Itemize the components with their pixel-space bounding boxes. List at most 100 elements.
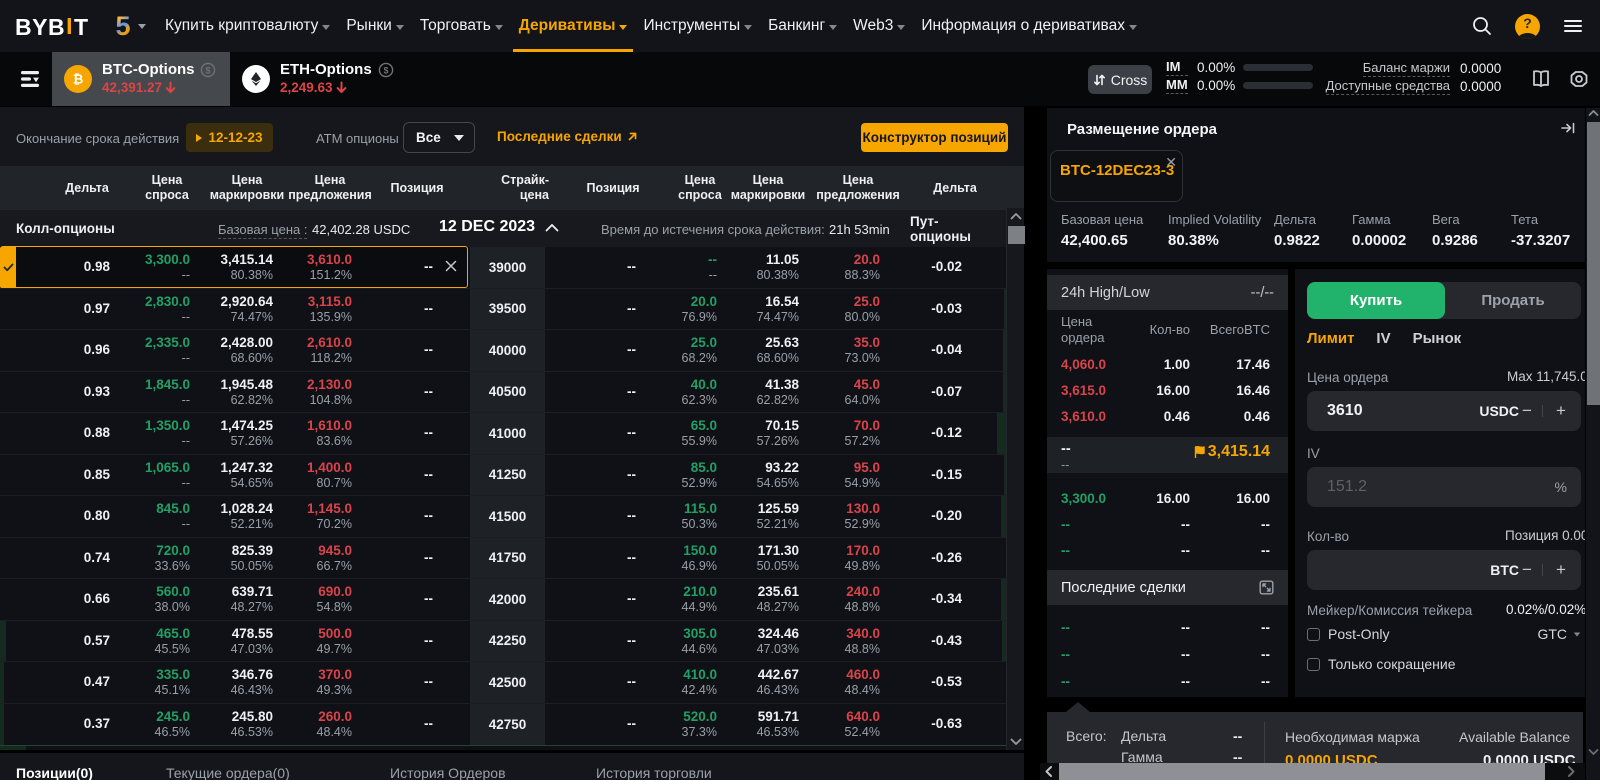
price-input[interactable]: 3610 USDC − + bbox=[1307, 391, 1581, 431]
vertical-scrollbar-thumb[interactable] bbox=[1587, 122, 1600, 405]
avatar[interactable]: ? bbox=[1515, 13, 1540, 39]
bid-row[interactable]: -- -- -- bbox=[1047, 512, 1288, 538]
nav-item-menu[interactable]: Рынки bbox=[346, 0, 404, 52]
order-type-tab[interactable]: IV bbox=[1376, 330, 1390, 347]
selected-contract-chip[interactable]: BTC-12DEC23-3 ✕ bbox=[1050, 150, 1183, 202]
option-row-42500[interactable]: 0.47 335.0 45.1% 346.76 46.43% 370.0 49.3% -- 42… bbox=[0, 662, 1006, 704]
recent-trades-link[interactable]: Последние сделки bbox=[497, 129, 639, 144]
scroll-right-icon[interactable] bbox=[1565, 765, 1577, 778]
expiry-group-toggle[interactable]: 12 DEC 2023 bbox=[439, 218, 559, 236]
mark-price-group[interactable]: 3,415.14 bbox=[1193, 443, 1270, 461]
collapse-panel-icon[interactable] bbox=[1560, 121, 1576, 135]
instrument-tab-eth[interactable]: ETH-Options $2,249.63 bbox=[230, 52, 460, 106]
quantity-plus-button[interactable]: + bbox=[1553, 559, 1569, 581]
quantity-minus-button[interactable]: − bbox=[1519, 559, 1535, 581]
im-label[interactable]: IM bbox=[1166, 59, 1188, 76]
cross-margin-button[interactable]: Cross bbox=[1088, 65, 1152, 94]
option-row-39500[interactable]: 0.97 2,830.0 -- 2,920.64 74.47% 3,115.0 135.9%… bbox=[0, 288, 1006, 330]
anniversary-5-badge[interactable]: 5 bbox=[110, 11, 136, 41]
option-row-39000[interactable]: 0.98 3,300.0 -- 3,415.14 80.38% 3,610.0 151.2%… bbox=[0, 246, 1006, 289]
chain-scrollbar-thumb[interactable] bbox=[1008, 226, 1025, 244]
margin-balance-label[interactable]: Баланс маржи bbox=[1362, 60, 1450, 77]
vertical-scrollbar[interactable] bbox=[1586, 108, 1600, 780]
strike-price[interactable]: 41250 bbox=[470, 454, 545, 495]
trade-row[interactable]: -- -- -- bbox=[1047, 615, 1288, 641]
ask-row[interactable]: 3,615.0 16.00 16.46 bbox=[1047, 378, 1288, 404]
strike-price[interactable]: 41000 bbox=[470, 413, 545, 454]
nav-item-active[interactable]: Деривативы bbox=[512, 0, 634, 52]
buy-button[interactable]: Купить bbox=[1307, 282, 1445, 319]
option-row-41000[interactable]: 0.88 1,350.0 -- 1,474.25 57.26% 1,610.0 83.6% -… bbox=[0, 413, 1006, 455]
option-row-40500[interactable]: 0.93 1,845.0 -- 1,945.48 62.82% 2,130.0 104.8%… bbox=[0, 371, 1006, 413]
menu-icon[interactable] bbox=[1562, 15, 1584, 37]
strike-price[interactable]: 40000 bbox=[470, 330, 545, 371]
scroll-left-icon[interactable] bbox=[1043, 765, 1055, 778]
trade-row[interactable]: -- -- -- bbox=[1047, 669, 1288, 695]
atm-options-select[interactable]: Все bbox=[403, 122, 475, 153]
base-price-label[interactable]: Базовая цена : bbox=[218, 222, 308, 239]
option-row-41250[interactable]: 0.85 1,065.0 -- 1,247.32 54.65% 1,400.0 80.7% -… bbox=[0, 454, 1006, 496]
scroll-up-icon[interactable] bbox=[1010, 212, 1022, 220]
scroll-down-icon[interactable] bbox=[1010, 738, 1022, 746]
nav-item-menu[interactable]: Web3 bbox=[853, 0, 906, 52]
options-screener-icon[interactable] bbox=[16, 65, 44, 93]
sell-button[interactable]: Продать bbox=[1445, 282, 1581, 319]
option-row-40000[interactable]: 0.96 2,335.0 -- 2,428.00 68.60% 2,610.0 118.2%… bbox=[0, 330, 1006, 372]
expand-icon[interactable] bbox=[1259, 580, 1274, 595]
settings-gear-icon[interactable] bbox=[1568, 68, 1590, 90]
option-row-42250[interactable]: 0.57 465.0 45.5% 478.55 47.03% 500.0 49.7% -- 42… bbox=[0, 620, 1006, 662]
strike-price[interactable]: 41500 bbox=[470, 496, 545, 537]
expiry-date-chip[interactable]: 12-12-23 bbox=[186, 123, 273, 152]
bottom-tab-2[interactable]: История Ордеров bbox=[390, 765, 506, 780]
selected-row-check-tab[interactable] bbox=[0, 247, 16, 288]
ask-row[interactable]: 3,610.0 0.46 0.46 bbox=[1047, 404, 1288, 430]
nav-item-menu[interactable]: Информация о деривативах bbox=[921, 0, 1137, 52]
strike-price[interactable]: 40500 bbox=[470, 371, 545, 412]
instrument-tab-btc[interactable]: ₿ BTC-Options $42,391.27 bbox=[52, 52, 230, 106]
time-in-force-select[interactable]: GTC bbox=[1537, 626, 1581, 642]
option-row-41500[interactable]: 0.80 845.0 -- 1,028.24 52.21% 1,145.0 70.2% -- 4… bbox=[0, 496, 1006, 538]
iv-input[interactable]: 151.2 % bbox=[1307, 467, 1581, 507]
nav-item-menu[interactable]: Банкинг bbox=[768, 0, 838, 52]
nav-item-menu[interactable]: Купить криптовалюту bbox=[165, 0, 331, 52]
scroll-down-icon[interactable] bbox=[1588, 748, 1599, 756]
search-icon[interactable] bbox=[1471, 15, 1493, 37]
bybit-logo[interactable]: BYB I T bbox=[15, 13, 89, 41]
quantity-input[interactable]: BTC − + bbox=[1307, 550, 1581, 590]
horizontal-scrollbar[interactable] bbox=[1040, 763, 1585, 780]
ask-row[interactable]: 4,060.0 1.00 17.46 bbox=[1047, 352, 1288, 378]
put-bid-value: 65.0 bbox=[690, 418, 717, 433]
option-row-41750[interactable]: 0.74 720.0 33.6% 825.39 50.05% 945.0 66.7% -- 41… bbox=[0, 537, 1006, 579]
strike-price[interactable]: 41750 bbox=[470, 537, 545, 578]
order-type-tab[interactable]: Лимит bbox=[1307, 330, 1354, 347]
remove-contract-icon[interactable]: ✕ bbox=[1165, 154, 1177, 171]
strike-price[interactable]: 39000 bbox=[470, 247, 545, 288]
bottom-tab-0[interactable]: Позиции(0) bbox=[16, 765, 93, 780]
strike-price[interactable]: 39500 bbox=[470, 288, 545, 329]
reduce-only-checkbox[interactable] bbox=[1307, 657, 1320, 671]
bid-row[interactable]: -- -- -- bbox=[1047, 538, 1288, 564]
orderbook-guide-icon[interactable] bbox=[1530, 68, 1552, 90]
price-plus-button[interactable]: + bbox=[1553, 400, 1569, 422]
option-row-42000[interactable]: 0.66 560.0 38.0% 639.71 48.27% 690.0 54.8% -- 42… bbox=[0, 579, 1006, 621]
trade-row[interactable]: -- -- -- bbox=[1047, 642, 1288, 668]
position-builder-button[interactable]: Конструктор позиций bbox=[861, 123, 1008, 152]
price-minus-button[interactable]: − bbox=[1519, 400, 1535, 422]
mm-label[interactable]: MM bbox=[1166, 77, 1188, 94]
nav-item-menu[interactable]: Инструменты bbox=[643, 0, 753, 52]
deselect-row-icon[interactable] bbox=[444, 259, 460, 275]
strike-price[interactable]: 42250 bbox=[470, 620, 545, 661]
option-row-42750[interactable]: 0.37 245.0 46.5% 245.80 46.53% 260.0 48.4% -- 42… bbox=[0, 703, 1006, 745]
bid-row[interactable]: 3,300.0 16.00 16.00 bbox=[1047, 486, 1288, 512]
available-funds-label[interactable]: Доступные средства bbox=[1325, 78, 1450, 95]
scroll-up-icon[interactable] bbox=[1588, 109, 1599, 117]
bottom-tab-3[interactable]: История торговли bbox=[596, 765, 712, 780]
strike-price[interactable]: 42500 bbox=[470, 662, 545, 703]
order-type-tab[interactable]: Рынок bbox=[1413, 330, 1462, 347]
post-only-checkbox[interactable] bbox=[1307, 627, 1320, 641]
nav-item-menu[interactable]: Торговать bbox=[420, 0, 503, 52]
bottom-tab-1[interactable]: Текущие ордера(0) bbox=[166, 765, 290, 780]
strike-price[interactable]: 42000 bbox=[470, 579, 545, 620]
horizontal-scrollbar-thumb[interactable] bbox=[1059, 763, 1545, 780]
strike-price[interactable]: 42750 bbox=[470, 703, 545, 745]
